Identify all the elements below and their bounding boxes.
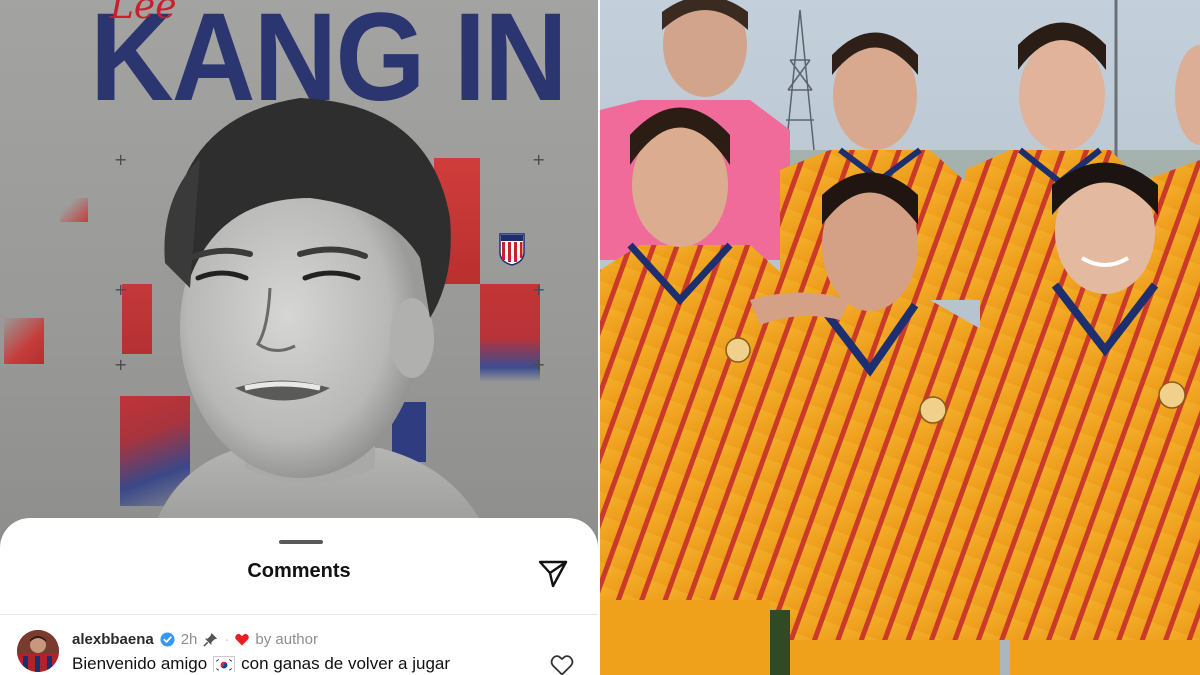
atletico-madrid-crest-icon — [499, 233, 525, 266]
sheet-divider — [0, 614, 598, 615]
team-photo-illustration — [600, 0, 1200, 675]
plus-mark: + — [532, 280, 546, 299]
paper-plane-icon[interactable] — [536, 556, 570, 590]
liked-by-author-label: by author — [255, 630, 318, 648]
meta-separator: · — [224, 630, 230, 648]
plus-mark: + — [114, 355, 128, 374]
avatar[interactable] — [17, 630, 59, 672]
comment-text-end: con ganas de volver a jugar — [241, 654, 451, 673]
sheet-grabber[interactable] — [279, 540, 323, 544]
comments-title: Comments — [247, 560, 351, 582]
red-block — [60, 198, 88, 222]
verified-badge-icon — [160, 631, 175, 647]
plus-mark: + — [532, 355, 546, 374]
heart-filled-icon — [235, 633, 250, 645]
red-block — [4, 318, 44, 364]
comment-meta: alexbbaena 2h · by author — [72, 630, 318, 648]
poster-script-name: Lee — [110, 0, 177, 27]
comment-username[interactable]: alexbbaena — [72, 631, 154, 648]
plus-mark: + — [114, 280, 128, 299]
comment-item: alexbbaena 2h · by author Bienvenido ami… — [0, 618, 598, 675]
south-korea-flag-icon — [213, 656, 236, 672]
pin-icon — [203, 632, 218, 647]
comment-text-start: Bienvenido amigo — [72, 654, 208, 673]
player-portrait — [150, 98, 490, 540]
comments-sheet: Comments alexbbaena 2h · by author Bienv… — [0, 518, 598, 675]
heart-outline-icon[interactable] — [550, 654, 574, 675]
comment-time: 2h — [180, 630, 198, 648]
comment-text: Bienvenido amigo con ganas de volver a j… — [72, 654, 450, 674]
team-photo — [600, 0, 1200, 675]
plus-mark: + — [532, 150, 546, 169]
plus-mark: + — [114, 150, 128, 169]
instagram-post-screenshot: + + + + + + KANG IN Lee Comments alexbba… — [0, 0, 598, 675]
